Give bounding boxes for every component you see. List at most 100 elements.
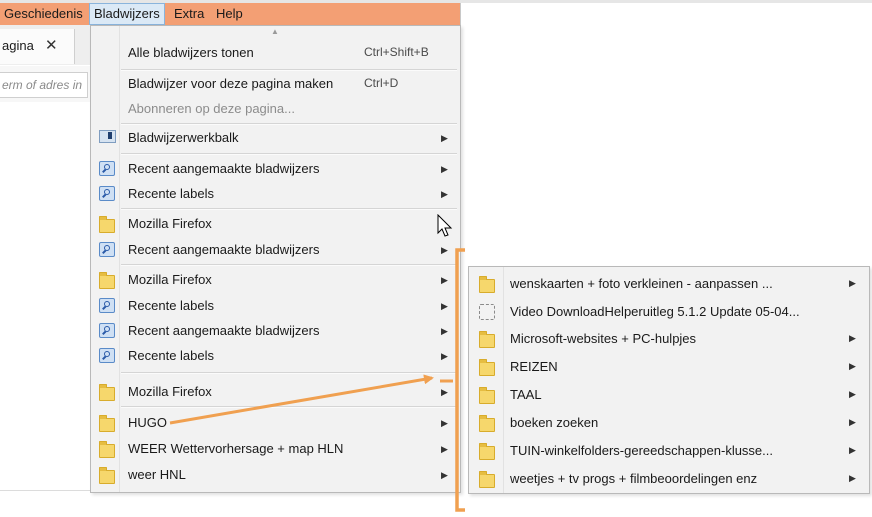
submenu-item-wenskaarten[interactable]: wenskaarten + foto verkleinen - aanpasse… xyxy=(469,270,869,296)
menu-item-shortcut: Ctrl+Shift+B xyxy=(364,45,429,59)
submenu-item-taal[interactable]: TAAL ▶ xyxy=(469,381,869,407)
submenu-item-boeken-zoeken[interactable]: boeken zoeken ▶ xyxy=(469,409,869,435)
menu-separator xyxy=(121,123,457,125)
submenu-arrow-icon: ▶ xyxy=(849,278,856,288)
menu-separator xyxy=(121,264,457,266)
submenu-arrow-icon: ▶ xyxy=(441,470,448,480)
submenu-item-label: Video DownloadHelperuitleg 5.1.2 Update … xyxy=(510,304,800,319)
menu-item-label: Mozilla Firefox xyxy=(128,216,212,231)
menu-item-weer-hnl[interactable]: weer HNL ▶ xyxy=(91,464,460,486)
menu-separator xyxy=(121,153,457,155)
folder-icon xyxy=(99,384,115,401)
menu-item-label: Bladwijzerwerkbalk xyxy=(128,130,239,145)
submenu-item-tuin-winkelfolders[interactable]: TUIN-winkelfolders-gereedschappen-klusse… xyxy=(469,437,869,463)
menu-item-show-all-bookmarks[interactable]: Alle bladwijzers tonen Ctrl+Shift+B xyxy=(91,42,460,64)
submenu-arrow-icon: ▶ xyxy=(849,361,856,371)
menu-item-label: Recent aangemaakte bladwijzers xyxy=(128,242,320,257)
folder-icon xyxy=(99,467,115,484)
submenu-item-label: Microsoft-websites + PC-hulpjes xyxy=(510,331,697,346)
submenu-item-video-downloadhelper[interactable]: Video DownloadHelperuitleg 5.1.2 Update … xyxy=(469,298,869,324)
tab-label: agina xyxy=(2,38,34,53)
menu-bar: Geschiedenis Bladwijzers Extra Help xyxy=(0,3,460,25)
submenu-arrow-icon: ▶ xyxy=(441,164,448,174)
menu-item-recent-bookmarks[interactable]: Recent aangemaakte bladwijzers ▶ xyxy=(91,158,460,180)
menu-item-label: Bladwijzer voor deze pagina maken xyxy=(128,76,334,91)
menu-separator xyxy=(121,69,457,71)
menu-item-weer-wettervorhersage[interactable]: WEER Wettervorhersage + map HLN ▶ xyxy=(91,438,460,460)
menu-item-mozilla-firefox[interactable]: Mozilla Firefox xyxy=(91,213,460,235)
menu-item-mozilla-firefox[interactable]: Mozilla Firefox ▶ xyxy=(91,269,460,291)
search-folder-icon xyxy=(99,298,115,313)
submenu-item-reizen[interactable]: REIZEN ▶ xyxy=(469,353,869,379)
folder-icon xyxy=(479,471,495,488)
menu-item-recent-labels[interactable]: Recente labels ▶ xyxy=(91,345,460,367)
submenu-arrow-icon: ▶ xyxy=(441,275,448,285)
submenu-item-label: TUIN-winkelfolders-gereedschappen-klusse… xyxy=(510,443,774,458)
folder-icon xyxy=(479,276,495,293)
menu-item-mozilla-firefox[interactable]: Mozilla Firefox ▶ xyxy=(91,381,460,403)
menu-item-recent-labels[interactable]: Recente labels ▶ xyxy=(91,183,460,205)
folder-icon xyxy=(479,415,495,432)
menu-item-label: Abonneren op deze pagina... xyxy=(128,101,295,116)
submenu-arrow-icon: ▶ xyxy=(849,389,856,399)
folder-icon xyxy=(99,272,115,289)
search-folder-icon xyxy=(99,161,115,176)
submenu-arrow-icon: ▶ xyxy=(441,418,448,428)
menu-geschiedenis[interactable]: Geschiedenis xyxy=(0,3,87,25)
mouse-cursor-icon xyxy=(437,214,453,237)
submenu-arrow-icon: ▶ xyxy=(849,417,856,427)
hugo-submenu: wenskaarten + foto verkleinen - aanpasse… xyxy=(468,266,870,494)
toolbar-icon xyxy=(99,130,116,143)
menu-item-label: Mozilla Firefox xyxy=(128,384,212,399)
menu-item-label: Recent aangemaakte bladwijzers xyxy=(128,161,320,176)
menu-item-hugo[interactable]: HUGO ▶ xyxy=(91,412,460,434)
submenu-item-label: weetjes + tv progs + filmbeoordelingen e… xyxy=(510,471,758,486)
menu-item-label: Recente labels xyxy=(128,298,214,313)
folder-icon xyxy=(99,216,115,233)
page-icon xyxy=(479,304,495,320)
folder-icon xyxy=(479,443,495,460)
menu-item-label: weer HNL xyxy=(128,467,186,482)
submenu-item-weetjes[interactable]: weetjes + tv progs + filmbeoordelingen e… xyxy=(469,465,869,491)
menu-item-label: HUGO xyxy=(128,415,167,430)
url-placeholder: erm of adres in xyxy=(2,78,83,92)
submenu-arrow-icon: ▶ xyxy=(849,333,856,343)
menu-item-subscribe: Abonneren op deze pagina... xyxy=(91,98,460,120)
submenu-item-label: TAAL xyxy=(510,387,542,402)
scroll-up-icon[interactable]: ▲ xyxy=(271,27,279,36)
menu-bladwijzers[interactable]: Bladwijzers xyxy=(89,3,165,25)
submenu-arrow-icon: ▶ xyxy=(849,473,856,483)
menu-item-recent-bookmarks[interactable]: Recent aangemaakte bladwijzers ▶ xyxy=(91,320,460,342)
menu-separator xyxy=(121,208,457,210)
search-folder-icon xyxy=(99,242,115,257)
search-folder-icon xyxy=(99,186,115,201)
submenu-item-label: wenskaarten + foto verkleinen - aanpasse… xyxy=(510,276,773,291)
menu-item-bookmarks-toolbar[interactable]: Bladwijzerwerkbalk ▶ xyxy=(91,127,460,149)
search-folder-icon xyxy=(99,348,115,363)
menu-item-label: Recente labels xyxy=(128,348,214,363)
folder-icon xyxy=(99,441,115,458)
close-icon[interactable]: ✕ xyxy=(45,36,58,54)
menu-item-label: Recente labels xyxy=(128,186,214,201)
menu-item-shortcut: Ctrl+D xyxy=(364,76,399,90)
folder-icon xyxy=(99,415,115,432)
menu-item-bookmark-this-page[interactable]: Bladwijzer voor deze pagina maken Ctrl+D xyxy=(91,73,460,95)
menu-item-recent-bookmarks[interactable]: Recent aangemaakte bladwijzers ▶ xyxy=(91,239,460,261)
menu-item-recent-labels[interactable]: Recente labels ▶ xyxy=(91,295,460,317)
submenu-arrow-icon: ▶ xyxy=(849,445,856,455)
search-folder-icon xyxy=(99,323,115,338)
submenu-arrow-icon: ▶ xyxy=(441,326,448,336)
folder-icon xyxy=(479,359,495,376)
submenu-arrow-icon: ▶ xyxy=(441,301,448,311)
folder-icon xyxy=(479,331,495,348)
folder-icon xyxy=(479,387,495,404)
submenu-arrow-icon: ▶ xyxy=(441,189,448,199)
menu-item-label: WEER Wettervorhersage + map HLN xyxy=(128,441,344,456)
submenu-item-microsoft-websites[interactable]: Microsoft-websites + PC-hulpjes ▶ xyxy=(469,325,869,351)
submenu-arrow-icon: ▶ xyxy=(441,444,448,454)
bookmarks-menu: ▲ Alle bladwijzers tonen Ctrl+Shift+B Bl… xyxy=(90,25,461,493)
menu-separator xyxy=(121,406,457,408)
menu-help[interactable]: Help xyxy=(212,3,247,25)
submenu-arrow-icon: ▶ xyxy=(441,133,448,143)
menu-extra[interactable]: Extra xyxy=(170,3,208,25)
